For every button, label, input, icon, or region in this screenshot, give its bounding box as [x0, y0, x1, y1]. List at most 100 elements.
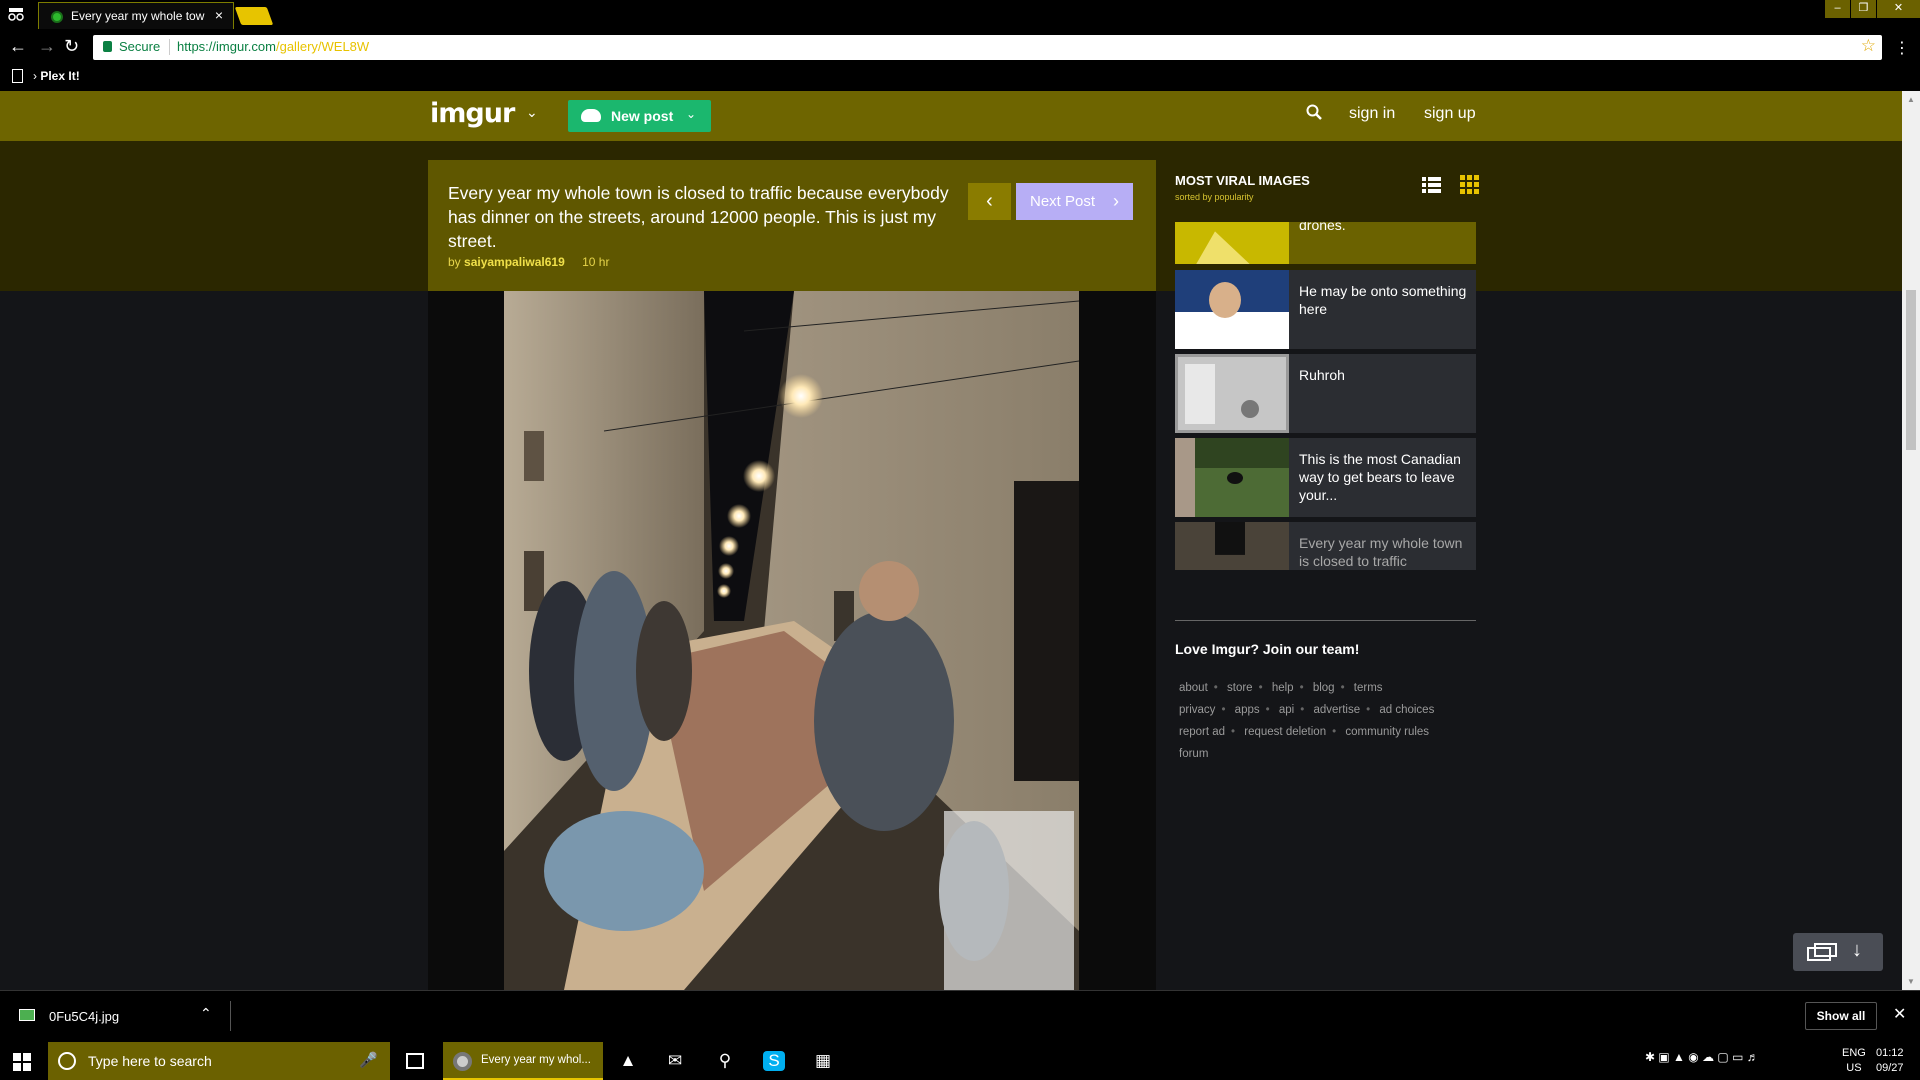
search-icon[interactable] [1306, 104, 1322, 120]
cortana-icon [58, 1052, 76, 1070]
chevron-down-icon[interactable]: ⌄ [526, 104, 538, 121]
card-caption: He may be onto something here [1299, 283, 1467, 317]
fox-app-icon[interactable]: ▲ [617, 1051, 639, 1071]
chevron-left-icon: ‹ [986, 190, 993, 212]
footer-link[interactable]: terms [1350, 682, 1387, 694]
chrome-icon [453, 1052, 472, 1071]
task-view-icon[interactable] [406, 1053, 424, 1069]
divider [169, 39, 170, 55]
viral-card[interactable]: He may be onto something here [1175, 270, 1476, 349]
post-image-container [428, 291, 1156, 990]
language-indicator[interactable]: ENG US [1842, 1046, 1866, 1076]
new-post-label: New post [611, 108, 674, 124]
chevron-down-icon: ⌄ [686, 107, 697, 121]
footer-link[interactable]: advertise [1309, 704, 1364, 716]
chevron-right-icon: › [1113, 191, 1119, 211]
footer-link[interactable]: request deletion [1240, 726, 1330, 738]
next-post-button[interactable]: Next Post › [1016, 183, 1133, 220]
expand-view-icon[interactable] [1807, 943, 1837, 961]
author-link[interactable]: saiyampaliwal619 [464, 255, 565, 269]
new-post-button[interactable]: New post ⌄ [568, 100, 711, 132]
imgur-logo[interactable]: imgur [430, 98, 515, 129]
show-all-button[interactable]: Show all [1805, 1002, 1877, 1030]
imgur-favicon-icon [51, 11, 63, 23]
browser-tab-active[interactable]: Every year my whole tow × [38, 2, 234, 29]
footer-links: about • store • help • blog • terms privacy •… [1175, 677, 1480, 765]
footer-link[interactable]: about [1175, 682, 1212, 694]
reload-icon[interactable]: ↻ [64, 36, 79, 57]
tab-close-icon[interactable]: × [215, 7, 223, 23]
calculator-icon[interactable]: ▦ [812, 1051, 834, 1071]
thumbnail [1175, 354, 1289, 433]
sign-in-link[interactable]: sign in [1349, 105, 1395, 123]
taskbar-app-label: Every year my whol... [481, 1054, 591, 1066]
page-scrollbar[interactable]: ▲ ▼ [1902, 91, 1920, 990]
footer-link[interactable]: apps [1231, 704, 1264, 716]
bookmark-plex-it[interactable]: › Plex It! [33, 69, 80, 83]
card-caption: Ruhroh [1299, 367, 1345, 383]
windows-taskbar: Type here to search 🎤 Every year my whol… [0, 1042, 1920, 1080]
card-caption: This is the most Canadian way to get bea… [1299, 451, 1461, 503]
thumbnail [1175, 522, 1289, 570]
list-view-icon[interactable] [1422, 175, 1441, 194]
browser-tab-bar: Every year my whole tow × – ❐ ✕ [0, 0, 1920, 29]
taskbar-search-input[interactable]: Type here to search 🎤 [48, 1042, 390, 1080]
sign-up-link[interactable]: sign up [1424, 105, 1476, 123]
microphone-icon[interactable]: 🎤 [359, 1051, 378, 1069]
imgur-header: imgur ⌄ New post ⌄ sign in sign up [0, 91, 1902, 141]
arrow-down-icon[interactable]: ↓ [1852, 939, 1862, 962]
minimize-button[interactable]: – [1824, 0, 1850, 18]
browser-menu-icon[interactable]: ⋮ [1894, 38, 1910, 58]
scroll-down-icon[interactable]: ▼ [1907, 977, 1915, 986]
new-tab-button[interactable] [234, 7, 274, 25]
address-bar[interactable]: Secure https://imgur.com/gallery/WEL8W ☆ [93, 35, 1882, 60]
viral-card[interactable]: drones. [1175, 222, 1476, 264]
viral-card[interactable]: This is the most Canadian way to get bea… [1175, 438, 1476, 517]
footer-link[interactable]: help [1268, 682, 1298, 694]
footer-link[interactable]: ad choices [1375, 704, 1438, 716]
close-window-button[interactable]: ✕ [1876, 0, 1920, 18]
mail-icon[interactable]: ✉ [664, 1051, 686, 1071]
join-team-link[interactable]: Love Imgur? Join our team! [1175, 641, 1359, 657]
back-arrow-icon[interactable]: ← [9, 36, 27, 57]
by-label: by [448, 255, 461, 269]
forward-arrow-icon[interactable]: → [38, 36, 56, 57]
scrollbar-thumb[interactable] [1906, 290, 1916, 450]
close-icon[interactable]: ✕ [1893, 1004, 1906, 1024]
viral-card[interactable]: Ruhroh [1175, 354, 1476, 433]
bookmark-star-icon[interactable]: ☆ [1861, 36, 1876, 56]
scroll-up-icon[interactable]: ▲ [1907, 95, 1915, 104]
search-app-icon[interactable]: ⚲ [714, 1051, 736, 1071]
footer-link[interactable]: blog [1309, 682, 1339, 694]
footer-link[interactable]: community rules [1341, 726, 1433, 738]
taskbar-clock[interactable]: 01:12 09/27 [1876, 1046, 1904, 1076]
image-file-icon [19, 1009, 35, 1021]
post-image[interactable] [504, 291, 1079, 990]
footer-link[interactable]: privacy [1175, 704, 1219, 716]
grid-view-icon[interactable] [1460, 175, 1479, 194]
skype-icon[interactable]: S [763, 1051, 785, 1071]
thumbnail [1175, 222, 1289, 264]
incognito-icon [8, 8, 24, 21]
windows-start-icon[interactable] [13, 1053, 31, 1071]
footer-link[interactable]: api [1275, 704, 1298, 716]
next-post-label: Next Post [1030, 193, 1096, 210]
post-title: Every year my whole town is closed to tr… [448, 183, 949, 251]
chevron-up-icon[interactable]: ⌃ [200, 1005, 212, 1022]
sidebar-subtitle: sorted by popularity [1175, 192, 1254, 202]
thumbnail [1175, 438, 1289, 517]
footer-link[interactable]: report ad [1175, 726, 1229, 738]
restore-button[interactable]: ❐ [1850, 0, 1876, 18]
floating-controls: ↓ [1793, 933, 1883, 971]
download-filename[interactable]: 0Fu5C4j.jpg [49, 1009, 119, 1024]
post-time: 10 hr [582, 255, 610, 269]
footer-link[interactable]: store [1223, 682, 1257, 694]
taskbar-chrome-button[interactable]: Every year my whol... [443, 1042, 603, 1080]
previous-post-button[interactable]: ‹ [968, 183, 1011, 220]
footer-link[interactable]: forum [1175, 748, 1212, 760]
thumbnail [1175, 270, 1289, 349]
bookmarks-bar: › Plex It! [0, 65, 1920, 91]
system-tray-icons[interactable]: ✱ ▣ ▲ ◉ ☁ ▢ ▭ ♬ [1645, 1050, 1759, 1064]
window-controls: – ❐ ✕ [1824, 0, 1920, 18]
viral-card[interactable]: Every year my whole town is closed to tr… [1175, 522, 1476, 570]
